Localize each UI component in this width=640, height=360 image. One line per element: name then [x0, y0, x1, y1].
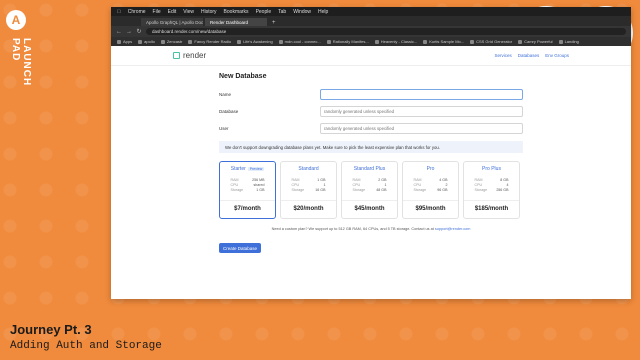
plan-price: $20/month	[293, 206, 324, 212]
plan-name: Pro Plus	[482, 166, 501, 172]
plan-divider	[464, 200, 519, 201]
tab-bar: Apollo GraphQL | Apollo Docs Render Dash…	[111, 16, 631, 26]
tab-render-dashboard[interactable]: Render Dashboard	[205, 18, 267, 26]
plan-name: Starter Preview	[230, 166, 265, 172]
menu-history[interactable]: History	[201, 9, 217, 15]
bookmark-item[interactable]: Apps	[117, 39, 132, 44]
plan-price: $95/month	[415, 206, 446, 212]
address-bar: ← → ↻ dashboard.render.com/new/database	[111, 26, 631, 37]
plan-card-pro[interactable]: Pro RAM 4 GB CPU 2 Storage 96 GB $95/month	[402, 161, 459, 219]
render-header: render Services Databases Env Groups	[111, 46, 631, 66]
name-input[interactable]	[320, 88, 523, 100]
plan-divider	[281, 200, 336, 201]
plan-divider	[342, 200, 397, 201]
render-nav: Services Databases Env Groups	[494, 53, 569, 58]
plan-divider	[403, 200, 458, 201]
bookmark-item[interactable]: CSS Grid Generator	[470, 39, 512, 44]
bookmark-item[interactable]: apollo	[138, 39, 155, 44]
new-database-form: New Database Name Database User We don't…	[219, 73, 523, 255]
browser-window:  Chrome File Edit View History Bookmark…	[111, 7, 631, 299]
menu-file[interactable]: File	[153, 9, 161, 15]
plan-name: Standard Plus	[353, 166, 386, 172]
database-row: Database	[219, 105, 523, 117]
plan-name: Pro	[426, 166, 435, 172]
plan-price: $7/month	[234, 206, 261, 212]
support-email-link[interactable]: support@render.com	[435, 227, 471, 231]
tab-apollo-docs[interactable]: Apollo GraphQL | Apollo Docs	[141, 18, 203, 26]
bookmark-item[interactable]: Rationally Manifes...	[326, 39, 369, 44]
render-logo[interactable]: render	[173, 51, 206, 60]
forward-icon[interactable]: →	[126, 29, 132, 35]
name-label: Name	[219, 91, 232, 97]
launchpad-logo-icon: A	[6, 10, 26, 30]
render-page: render Services Databases Env Groups New…	[111, 46, 631, 299]
mac-menubar:  Chrome File Edit View History Bookmark…	[111, 7, 631, 16]
menu-window[interactable]: Window	[293, 9, 311, 15]
brand: A LAUNCH PAD	[6, 10, 32, 86]
render-logo-icon	[173, 52, 180, 59]
bookmark-item[interactable]: Camry Powerful	[518, 39, 553, 44]
preview-badge: Preview	[247, 167, 265, 171]
back-icon[interactable]: ←	[116, 29, 122, 35]
plan-specs: RAM 4 GB CPU 2 Storage 96 GB	[413, 178, 448, 192]
bookmarks-bar: Apps apollo Zencastr Fancy Render Radio …	[111, 37, 631, 46]
menu-view[interactable]: View	[183, 9, 194, 15]
menu-tab[interactable]: Tab	[278, 9, 286, 15]
page-title: New Database	[219, 73, 267, 80]
reload-icon[interactable]: ↻	[136, 28, 142, 35]
caption-title: Journey Pt. 3	[10, 322, 92, 337]
custom-plan-note: Need a custom plan? We support up to 512…	[271, 227, 471, 231]
plan-specs: RAM 1 GB CPU 1 Storage 16 GB	[291, 178, 326, 192]
plan-name: Standard	[298, 166, 319, 172]
plan-card-standard[interactable]: Standard RAM 1 GB CPU 1 Storage 16 GB $20/m…	[280, 161, 337, 219]
plan-divider	[220, 200, 275, 201]
bookmark-item[interactable]: Kurtis Sample Mo...	[423, 39, 464, 44]
bookmark-item[interactable]: Landing	[558, 39, 579, 44]
menu-chrome[interactable]: Chrome	[128, 9, 146, 15]
bookmark-item[interactable]: Heavenly - Classic...	[374, 39, 417, 44]
downgrade-notice: We don't support downgrading database pl…	[219, 141, 523, 153]
apple-icon[interactable]: 	[117, 9, 121, 15]
plan-cards: Starter Preview RAM 256 MB CPU shared Stora…	[219, 161, 523, 219]
plan-specs: RAM 2 GB CPU 1 Storage 48 GB	[352, 178, 387, 192]
plan-specs: RAM 256 MB CPU shared Storage 1 GB	[230, 178, 265, 192]
new-tab-icon[interactable]: +	[269, 20, 279, 26]
brand-name: LAUNCH PAD	[10, 38, 32, 87]
nav-databases[interactable]: Databases	[518, 53, 540, 58]
user-row: User	[219, 122, 523, 134]
menu-people[interactable]: People	[256, 9, 272, 15]
plan-specs: RAM 8 GB CPU 4 Storage 256 GB	[474, 178, 509, 192]
menu-help[interactable]: Help	[318, 9, 328, 15]
plan-card-standard-plus[interactable]: Standard Plus RAM 2 GB CPU 1 Storage 48 GB …	[341, 161, 398, 219]
menu-edit[interactable]: Edit	[168, 9, 177, 15]
user-input[interactable]	[320, 122, 523, 134]
bookmark-item[interactable]: mdn.cool - connec...	[278, 39, 321, 44]
plan-price: $45/month	[354, 206, 385, 212]
plan-card-starter[interactable]: Starter Preview RAM 256 MB CPU shared Stora…	[219, 161, 276, 219]
render-logo-text: render	[183, 51, 207, 60]
nav-env-groups[interactable]: Env Groups	[545, 53, 569, 58]
caption-subtitle: Adding Auth and Storage	[10, 340, 162, 352]
plan-card-pro-plus[interactable]: Pro Plus RAM 8 GB CPU 4 Storage 256 GB $185…	[463, 161, 520, 219]
bookmark-item[interactable]: Life's Awakening	[237, 39, 273, 44]
plan-price: $185/month	[474, 206, 509, 212]
database-label: Database	[219, 108, 239, 114]
database-input[interactable]	[320, 105, 523, 117]
name-row: Name	[219, 88, 523, 100]
nav-services[interactable]: Services	[494, 53, 511, 58]
menu-bookmarks[interactable]: Bookmarks	[224, 9, 249, 15]
bookmark-item[interactable]: Zencastr	[160, 39, 182, 44]
create-database-button[interactable]: Create Database	[219, 243, 262, 253]
bookmark-item[interactable]: Fancy Render Radio	[188, 39, 231, 44]
url-field[interactable]: dashboard.render.com/new/database	[146, 28, 626, 35]
user-label: User	[219, 125, 229, 131]
